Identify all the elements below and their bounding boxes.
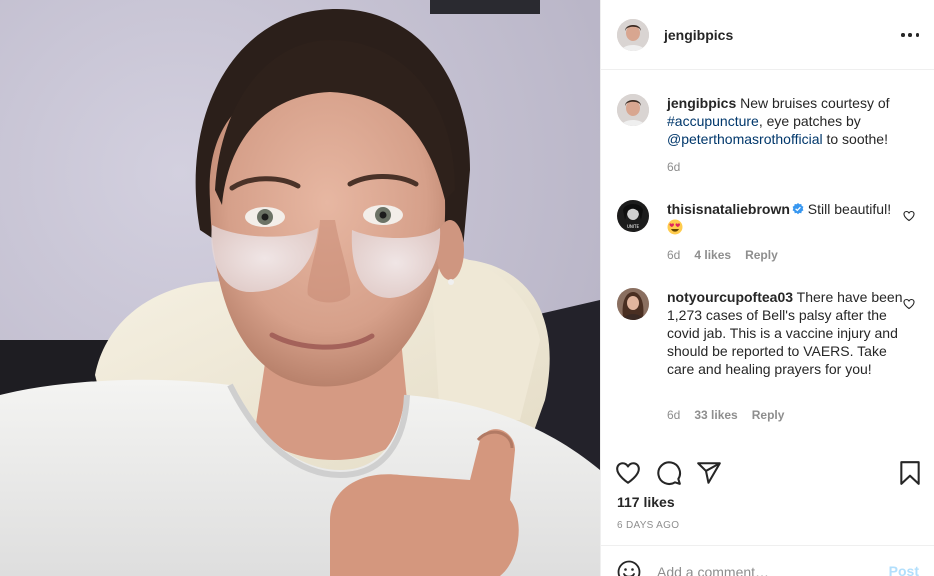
comment-text: notyourcupoftea03 There have been 1,273 …	[667, 288, 907, 378]
caption-username[interactable]: jengibpics	[667, 95, 736, 111]
selfie-image	[0, 0, 600, 576]
post-details-panel: jengibpics jengibpics New bruises courte…	[600, 0, 934, 576]
comment-like-icon[interactable]	[903, 209, 915, 222]
post-photo[interactable]	[0, 0, 600, 576]
comment-likes[interactable]: 4 likes	[694, 248, 731, 262]
comment-time[interactable]: 6d	[667, 408, 680, 422]
likes-count[interactable]: 117 likes	[617, 494, 675, 510]
post-header: jengibpics	[601, 0, 934, 70]
comment-like-icon[interactable]	[903, 297, 915, 310]
instagram-post: jengibpics jengibpics New bruises courte…	[0, 0, 934, 576]
caption-text-part: New bruises courtesy of	[736, 95, 890, 111]
comment-body: Still beautiful!	[803, 201, 892, 217]
comment-likes[interactable]: 33 likes	[694, 408, 737, 422]
author-username[interactable]: jengibpics	[664, 27, 733, 43]
svg-text:UNITE: UNITE	[627, 224, 640, 229]
post-date[interactable]: 6 DAYS AGO	[617, 520, 679, 531]
action-bar	[601, 454, 934, 492]
emoji-icon[interactable]	[617, 560, 641, 576]
reply-button[interactable]: Reply	[752, 408, 785, 422]
comments-list[interactable]: jengibpics New bruises courtesy of #accu…	[601, 70, 934, 454]
caption-text-part: , eye patches by	[758, 113, 861, 129]
comment-text: thisisnataliebrown Still beautiful!	[667, 200, 907, 236]
caption-meta: 6d	[667, 160, 680, 174]
caption: jengibpics New bruises courtesy of #accu…	[617, 94, 917, 184]
verified-icon	[792, 201, 804, 215]
comment-meta: 6d 4 likes Reply	[667, 248, 778, 262]
bookmark-icon[interactable]	[897, 460, 923, 486]
comment-meta: 6d 33 likes Reply	[667, 408, 784, 422]
author-avatar[interactable]	[617, 18, 649, 51]
comment-item: notyourcupoftea03 There have been 1,273 …	[617, 288, 917, 428]
heart-icon[interactable]	[615, 460, 641, 486]
commenter-avatar[interactable]: UNITE	[617, 200, 649, 232]
share-icon[interactable]	[696, 460, 722, 486]
heart-eyes-emoji	[667, 219, 683, 235]
add-comment-bar: Post	[601, 545, 934, 576]
comment-time[interactable]: 6d	[667, 248, 680, 262]
comment-icon[interactable]	[656, 460, 682, 486]
commenter-username[interactable]: notyourcupoftea03	[667, 289, 793, 305]
caption-text-part: to soothe!	[822, 131, 888, 147]
caption-text: jengibpics New bruises courtesy of #accu…	[667, 94, 907, 148]
post-comment-button[interactable]: Post	[889, 563, 919, 576]
more-icon[interactable]	[901, 25, 919, 45]
caption-time[interactable]: 6d	[667, 160, 680, 174]
hashtag-link[interactable]: #accupuncture	[667, 113, 759, 129]
commenter-avatar[interactable]	[617, 288, 649, 320]
caption-avatar[interactable]	[617, 94, 649, 126]
comment-input[interactable]	[657, 560, 867, 576]
mention-link[interactable]: @peterthomasrothofficial	[667, 131, 823, 147]
commenter-username[interactable]: thisisnataliebrown	[667, 201, 790, 217]
comment-item: UNITE thisisnataliebrown Still beautiful…	[617, 200, 917, 270]
reply-button[interactable]: Reply	[745, 248, 778, 262]
